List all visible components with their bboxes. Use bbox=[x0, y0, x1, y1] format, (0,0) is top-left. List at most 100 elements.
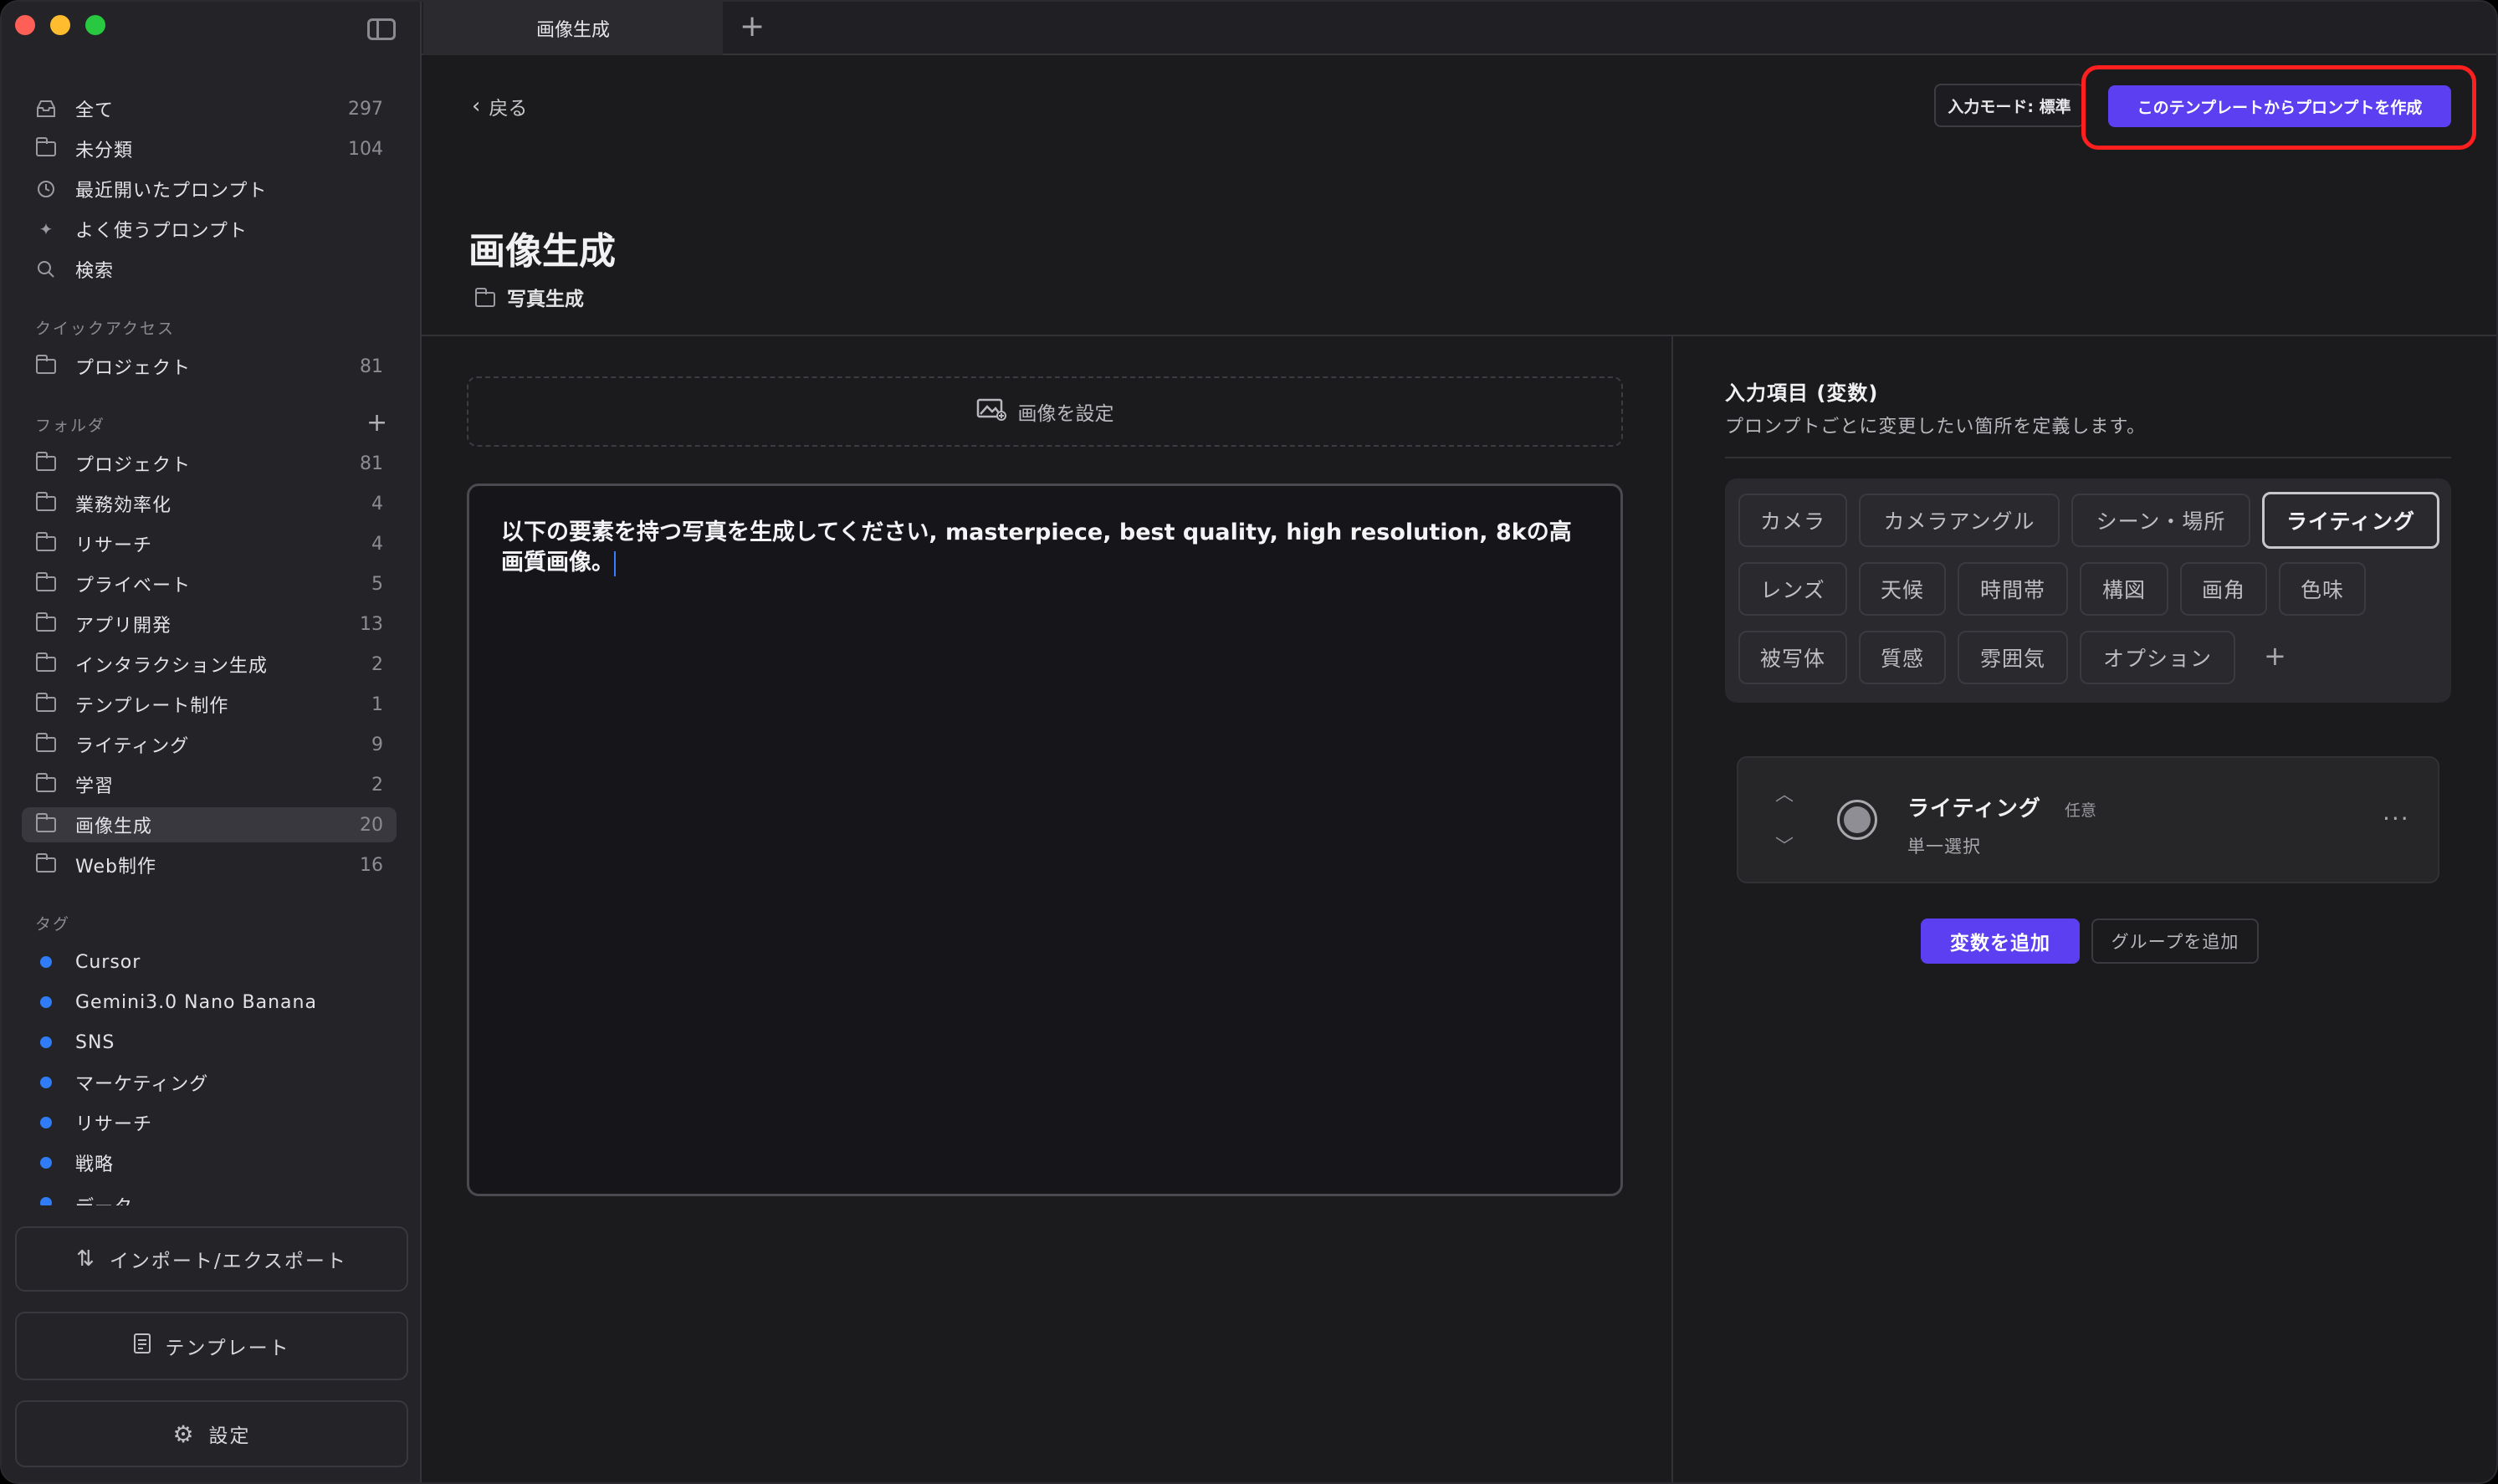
tag-dot-icon bbox=[35, 1112, 57, 1133]
folder-label: リサーチ bbox=[75, 535, 153, 556]
tag-item[interactable]: データ bbox=[22, 1185, 397, 1205]
template-icon bbox=[133, 1333, 151, 1359]
variable-chip[interactable]: 構図 bbox=[2080, 562, 2168, 616]
variable-chip[interactable]: シーン・場所 bbox=[2071, 494, 2250, 547]
new-tab-button[interactable]: + bbox=[740, 10, 765, 43]
folder-item[interactable]: プロジェクト 81 bbox=[22, 446, 397, 481]
tag-item[interactable]: Cursor bbox=[22, 944, 397, 980]
sidebar-item-label: 検索 bbox=[75, 261, 115, 282]
settings-button[interactable]: ⚙ 設定 bbox=[15, 1400, 408, 1467]
move-up-icon[interactable]: ︿ bbox=[1775, 780, 1794, 806]
folder-item[interactable]: 業務効率化 4 bbox=[22, 486, 397, 521]
variable-chip[interactable]: カメラアングル bbox=[1859, 494, 2060, 547]
tag-dot-icon bbox=[35, 1072, 57, 1093]
variable-chip[interactable]: 時間帯 bbox=[1958, 562, 2068, 616]
sidebar-toggle-icon[interactable] bbox=[367, 18, 396, 40]
folder-icon bbox=[35, 773, 57, 796]
sort-arrows-icon: ⇅ bbox=[76, 1246, 96, 1272]
optional-badge: 任意 bbox=[2065, 801, 2097, 820]
folder-label: ライティング bbox=[75, 736, 190, 757]
sidebar-item-uncategorized[interactable]: 未分類 104 bbox=[22, 131, 397, 166]
inbox-icon bbox=[35, 98, 57, 120]
add-chip-button[interactable]: + bbox=[2264, 642, 2286, 669]
add-folder-button[interactable]: + bbox=[366, 411, 387, 436]
folder-icon bbox=[35, 612, 57, 635]
variable-card[interactable]: ︿ ﹀ ライティング 任意 単一選択 ··· bbox=[1737, 756, 2439, 883]
tag-item[interactable]: Gemini3.0 Nano Banana bbox=[22, 985, 397, 1020]
sidebar-item-label: 全て bbox=[75, 100, 115, 121]
folder-breadcrumb[interactable]: 写真生成 bbox=[474, 283, 584, 311]
variable-chip[interactable]: 質感 bbox=[1859, 631, 1946, 684]
folder-item-active[interactable]: 画像生成 20 bbox=[22, 807, 397, 842]
tag-item[interactable]: 戦略 bbox=[22, 1145, 397, 1180]
close-window-button[interactable] bbox=[15, 15, 35, 35]
set-image-dropzone[interactable]: 画像を設定 bbox=[467, 376, 1623, 447]
tag-label: Gemini3.0 Nano Banana bbox=[75, 991, 317, 1013]
variables-subtitle: プロンプトごとに変更したい箇所を定義します。 bbox=[1725, 417, 2147, 438]
prompt-editor[interactable]: 以下の要素を持つ写真を生成してください, masterpiece, best q… bbox=[467, 484, 1623, 1196]
variable-chip[interactable]: 天候 bbox=[1859, 562, 1946, 616]
folder-item[interactable]: Web制作 16 bbox=[22, 847, 397, 883]
back-button[interactable]: ‹ 戻る bbox=[472, 92, 527, 120]
import-export-button[interactable]: ⇅ インポート/エクスポート bbox=[15, 1226, 408, 1292]
set-image-label: 画像を設定 bbox=[1017, 403, 1114, 425]
tab-image-generation[interactable]: 画像生成 bbox=[423, 2, 723, 55]
folder-item[interactable]: ライティング 9 bbox=[22, 727, 397, 762]
image-add-icon bbox=[976, 397, 1006, 426]
folder-item[interactable]: 学習 2 bbox=[22, 767, 397, 802]
folder-item[interactable]: インタラクション生成 2 bbox=[22, 647, 397, 682]
quick-access-item-project[interactable]: プロジェクト 81 bbox=[22, 349, 397, 384]
sidebar-item-recent[interactable]: 最近開いたプロンプト bbox=[22, 171, 397, 207]
tag-dot-icon bbox=[35, 1152, 57, 1174]
create-prompt-from-template-button[interactable]: このテンプレートからプロンプトを作成 bbox=[2108, 85, 2451, 127]
folder-item[interactable]: リサーチ 4 bbox=[22, 526, 397, 561]
variable-name: ライティング bbox=[1907, 796, 2041, 821]
template-label: テンプレート bbox=[165, 1338, 290, 1359]
folder-icon bbox=[35, 137, 57, 160]
folders-heading: フォルダ bbox=[35, 417, 106, 435]
sidebar-item-frequent[interactable]: ✦ よく使うプロンプト bbox=[22, 212, 397, 247]
tag-label: SNS bbox=[75, 1031, 115, 1053]
folder-label: テンプレート制作 bbox=[75, 696, 229, 717]
add-variable-button[interactable]: 変数を追加 bbox=[1921, 919, 2080, 964]
sidebar-item-search[interactable]: 検索 bbox=[22, 252, 397, 287]
page-title: 画像生成 bbox=[468, 230, 616, 273]
variable-chip[interactable]: 被写体 bbox=[1738, 631, 1847, 684]
minimize-window-button[interactable] bbox=[50, 15, 70, 35]
move-down-icon[interactable]: ﹀ bbox=[1775, 832, 1794, 858]
tag-item[interactable]: SNS bbox=[22, 1025, 397, 1060]
zoom-window-button[interactable] bbox=[85, 15, 105, 35]
variable-type: 単一選択 bbox=[1907, 837, 1981, 857]
variable-chip[interactable]: 画角 bbox=[2180, 562, 2267, 616]
sidebar-item-count: 81 bbox=[360, 356, 383, 377]
folder-count: 2 bbox=[371, 653, 383, 675]
variable-chip[interactable]: オプション bbox=[2080, 631, 2235, 684]
folder-item[interactable]: テンプレート制作 1 bbox=[22, 687, 397, 722]
variable-chip[interactable]: カメラ bbox=[1738, 494, 1847, 547]
folder-count: 4 bbox=[371, 493, 383, 514]
add-group-button[interactable]: グループを追加 bbox=[2091, 919, 2259, 964]
template-button[interactable]: テンプレート bbox=[15, 1312, 408, 1380]
more-options-icon[interactable]: ··· bbox=[2383, 805, 2410, 832]
folder-icon bbox=[35, 572, 57, 595]
folder-label: インタラクション生成 bbox=[75, 656, 269, 677]
tag-label: マーケティング bbox=[75, 1074, 209, 1095]
text-caret bbox=[614, 550, 616, 576]
tag-item[interactable]: リサーチ bbox=[22, 1105, 397, 1140]
folder-icon bbox=[35, 813, 57, 836]
tag-item[interactable]: マーケティング bbox=[22, 1065, 397, 1100]
folder-count: 20 bbox=[360, 814, 383, 836]
tag-label: リサーチ bbox=[75, 1114, 153, 1135]
tag-dot-icon bbox=[35, 1031, 57, 1053]
prompt-text: 以下の要素を持つ写真を生成してください, masterpiece, best q… bbox=[501, 519, 1572, 576]
sidebar-item-all[interactable]: 全て 297 bbox=[22, 91, 397, 126]
variable-chip-selected[interactable]: ライティング bbox=[2262, 492, 2439, 549]
variable-chip[interactable]: 色味 bbox=[2279, 562, 2366, 616]
variable-chip[interactable]: 雰囲気 bbox=[1958, 631, 2068, 684]
folder-item[interactable]: プライベート 5 bbox=[22, 566, 397, 601]
variable-chip[interactable]: レンズ bbox=[1738, 562, 1847, 616]
folder-icon bbox=[35, 355, 57, 377]
folder-item[interactable]: アプリ開発 13 bbox=[22, 606, 397, 642]
input-mode-button[interactable]: 入力モード: 標準 bbox=[1934, 84, 2085, 127]
folder-count: 9 bbox=[371, 734, 383, 755]
